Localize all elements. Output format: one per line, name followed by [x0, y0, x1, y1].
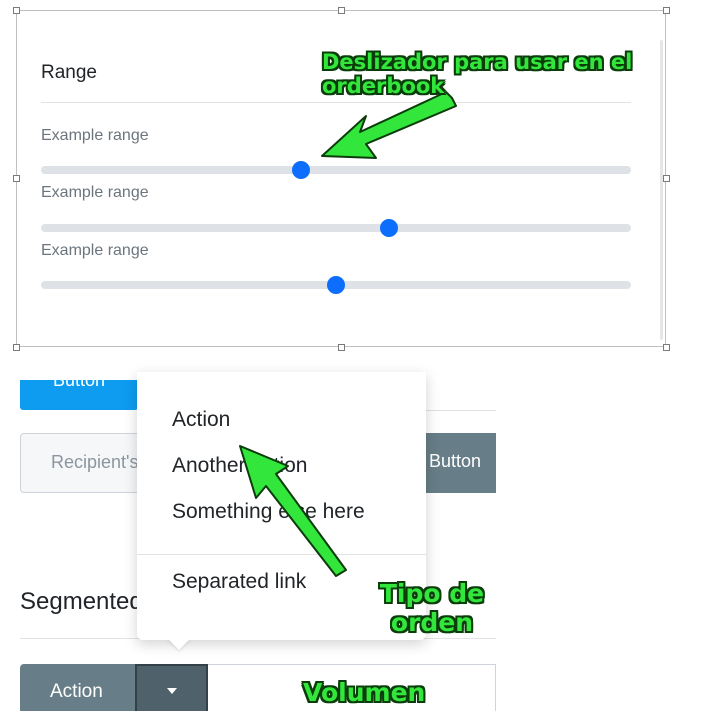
selection-handle[interactable]: [13, 7, 20, 14]
row-divider: [424, 380, 496, 411]
annotation-order-type: Tipo de orden: [379, 579, 485, 637]
selection-handle[interactable]: [13, 175, 20, 182]
dropdown-toggle-button[interactable]: [135, 664, 208, 711]
range-title: Range: [41, 62, 97, 83]
caret-down-icon: [167, 688, 177, 694]
range-label: Example range: [41, 184, 149, 201]
selection-handle[interactable]: [338, 344, 345, 351]
selection-handle[interactable]: [338, 7, 345, 14]
selection-handle[interactable]: [663, 7, 670, 14]
recipient-input[interactable]: Recipient's: [20, 433, 150, 493]
dropdown-item-action[interactable]: Action: [172, 408, 230, 432]
selection-handle[interactable]: [13, 344, 20, 351]
slider-thumb[interactable]: [380, 219, 399, 237]
slider-thumb[interactable]: [291, 161, 310, 179]
range-slider[interactable]: [41, 276, 631, 294]
primary-button[interactable]: Button: [20, 380, 138, 410]
range-label: Example range: [41, 242, 149, 259]
selection-handle[interactable]: [663, 175, 670, 182]
dropdown-divider: [137, 554, 426, 555]
dropdown-item-something[interactable]: Something else here: [172, 500, 365, 524]
annotation-volume: Volumen: [303, 678, 426, 707]
range-slider[interactable]: [41, 161, 631, 179]
input-group-button[interactable]: Button: [424, 433, 496, 493]
action-button[interactable]: Action: [20, 664, 135, 711]
dropdown-item-separated[interactable]: Separated link: [172, 570, 306, 594]
dropdown-pointer: [167, 638, 191, 650]
slider-thumb[interactable]: [327, 276, 345, 294]
range-label: Example range: [41, 127, 149, 144]
selection-handle[interactable]: [663, 344, 670, 351]
range-divider: [41, 102, 631, 103]
range-slider[interactable]: [41, 219, 631, 237]
annotation-slider: Deslizador para usar en el orderbook: [322, 50, 633, 99]
panel-scrollbar[interactable]: [660, 40, 663, 340]
dropdown-item-another[interactable]: Another action: [172, 454, 307, 478]
